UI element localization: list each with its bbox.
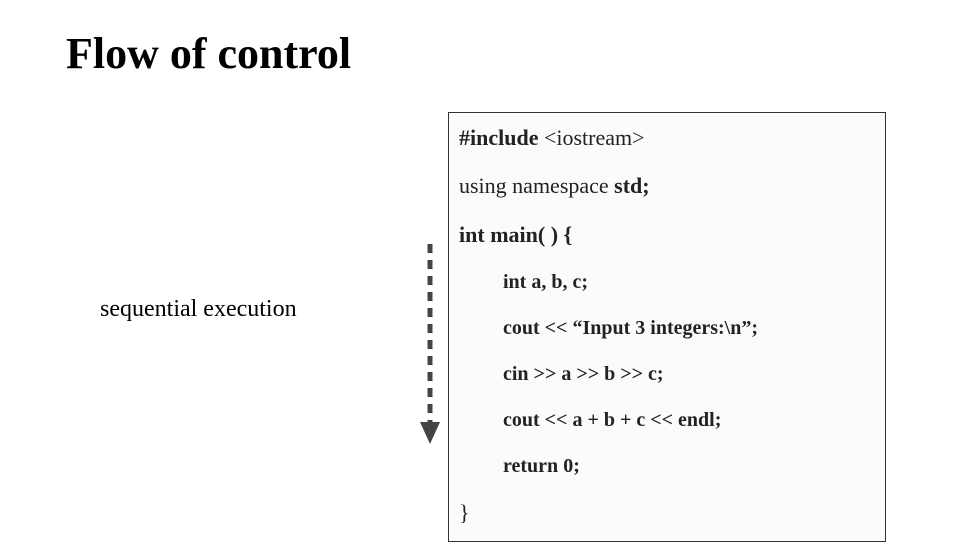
code-line-cin: cin >> a >> b >> c;	[459, 362, 875, 386]
code-line-return: return 0;	[459, 454, 875, 478]
code-line-brace: }	[459, 500, 875, 526]
slide: Flow of control sequential execution #in…	[0, 0, 960, 540]
code-line-include: #include <iostream>	[459, 125, 875, 151]
code-line-using: using namespace std;	[459, 173, 875, 199]
slide-title: Flow of control	[66, 28, 351, 79]
arrow-down-icon	[418, 244, 442, 444]
code-line-main: int main( ) {	[459, 222, 875, 248]
code-line-decl: int a, b, c;	[459, 270, 875, 294]
code-line-cout1: cout << “Input 3 integers:\n”;	[459, 316, 875, 340]
code-box: #include <iostream> using namespace std;…	[448, 112, 886, 542]
sequential-execution-label: sequential execution	[100, 296, 297, 323]
code-line-cout2: cout << a + b + c << endl;	[459, 408, 875, 432]
